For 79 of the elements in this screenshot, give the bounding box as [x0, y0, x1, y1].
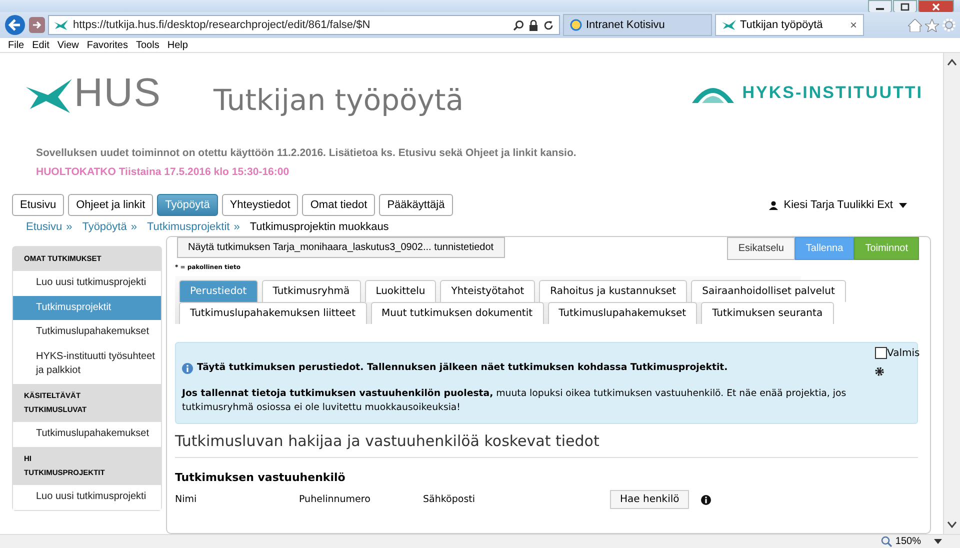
form-tab[interactable]: Tutkimuslupahakemuksen liitteet — [179, 302, 367, 324]
user-menu[interactable]: Kiesi Tarja Tuulikki Ext — [768, 199, 907, 211]
gear-icon[interactable] — [875, 367, 884, 376]
maximize-icon — [900, 2, 910, 10]
form-tab[interactable]: Luokittelu — [364, 280, 436, 302]
sidebar-item[interactable]: Tutkimuslupahakemukset — [13, 320, 161, 345]
breadcrumb-separator: » — [130, 221, 137, 233]
form-tab[interactable]: Tutkimuslupahakemukset — [548, 302, 698, 324]
bird-icon — [722, 20, 736, 30]
breadcrumb-link[interactable]: Etusivu — [26, 221, 62, 233]
zoom-level[interactable]: 150% — [895, 536, 921, 547]
zoom-icon — [881, 536, 892, 547]
sidebar-item[interactable]: Luo uusi tutkimusprojekti — [13, 485, 161, 510]
menu-item[interactable]: Favorites — [86, 40, 128, 50]
checkbox[interactable] — [875, 347, 887, 359]
app-title: Tutkijan työpöytä — [213, 83, 464, 117]
sidebar-item[interactable]: HYKS-instituutti työsuhteet ja palkkiot — [13, 344, 161, 384]
minimize-button[interactable] — [868, 0, 892, 13]
nav-tab[interactable]: Yhteystiedot — [222, 194, 298, 216]
field-label: Nimi — [175, 494, 198, 506]
identity-button[interactable]: Näytä tutkimuksen Tarja_monihaara_laskutus3_0902... tunnistetiedot — [177, 237, 505, 258]
browser-tab[interactable]: Tutkijan työpöytä × — [715, 14, 864, 36]
breadcrumb-separator: » — [234, 221, 240, 233]
bird-icon — [54, 20, 68, 30]
info-icon — [182, 362, 193, 374]
breadcrumb-link[interactable]: Työpöytä — [82, 221, 127, 233]
close-icon — [931, 2, 941, 10]
info-text: Jos tallennat tietoja tutkimuksen vastuuhenkilön puolesta, muuta lopuksi oikea tutkimuksen vastuuhenkilö. Et näe enää projektia, jos tutkimusryhmä osiossa ei ole luvitettu muokkausoikeuksia! — [182, 387, 848, 416]
notice-text: Sovelluksen uudet toiminnot on otettu käyttöön 11.2.2016. Lisätietoa ks. Etusivu sekä Ohjeet ja linkit kansio. — [36, 147, 578, 159]
notice-text: HUOLTOKATKO Tiistaina 17.5.2016 klo 15:30-16:00 — [36, 166, 290, 178]
form-tab[interactable]: Yhteistyötahot — [440, 280, 536, 302]
scroll-down-icon[interactable] — [947, 521, 957, 528]
lock-icon — [529, 20, 538, 30]
settings-icon[interactable] — [942, 18, 956, 32]
home-icon[interactable] — [908, 18, 922, 32]
info-icon — [701, 494, 712, 505]
maximize-button[interactable] — [893, 0, 917, 13]
menu-item[interactable]: File — [8, 40, 24, 50]
nav-tab[interactable]: Pääkäyttäjä — [379, 194, 453, 216]
caret-icon — [899, 202, 907, 208]
form-tab[interactable]: Rahoitus ja kustannukset — [539, 280, 688, 302]
browser-tab[interactable]: Intranet Kotisivu — [563, 14, 712, 36]
star-icon[interactable] — [925, 18, 939, 32]
nav-tab[interactable]: Omat tiedot — [302, 194, 376, 216]
form-tab[interactable]: Tutkimuksen seuranta — [701, 302, 834, 324]
sidebar-item[interactable]: Luo uusi tutkimusprojekti — [13, 271, 161, 296]
form-tab[interactable]: Sairaanhoidolliset palvelut — [691, 280, 846, 302]
address-bar[interactable]: https://tutkija.hus.fi/desktop/researchproject/edit/861/false/$N — [48, 15, 560, 35]
scrollbar[interactable] — [943, 53, 960, 534]
menu-item[interactable]: Edit — [32, 40, 50, 50]
logo-text: HUS — [74, 73, 162, 113]
nav-tab[interactable]: Etusivu — [12, 194, 64, 216]
partner-logo-text: HYKS-INSTITUUTTI — [742, 83, 923, 103]
breadcrumb-link[interactable]: Tutkimusprojektit — [146, 221, 230, 233]
caret-icon[interactable] — [934, 539, 942, 544]
form-tab[interactable]: Muut tutkimuksen dokumentit — [370, 302, 544, 324]
section-title: Tutkimusluvan hakijaa ja vastuuhenkilöä koskevat tiedot — [175, 432, 918, 458]
breadcrumb-current: Tutkimusprojektin muokkaus — [250, 221, 389, 233]
search-icon[interactable] — [513, 20, 524, 30]
menu-item[interactable]: View — [57, 40, 79, 50]
refresh-icon[interactable] — [543, 20, 554, 30]
sidebar-item[interactable]: Tutkimuslupahakemukset — [13, 422, 161, 447]
person-icon — [768, 200, 778, 210]
close-tab-button[interactable]: × — [850, 18, 857, 32]
nav-tab[interactable]: Ohjeet ja linkit — [68, 194, 154, 216]
info-text: Täytä tutkimuksen perustiedot. Tallennuksen jälkeen näet tutkimuksen kohdassa Tutkimusprojektit. — [197, 361, 728, 375]
form-tab[interactable]: Tutkimusryhmä — [262, 280, 361, 302]
menu-item[interactable]: Help — [167, 40, 188, 50]
breadcrumb-separator: » — [66, 221, 72, 233]
field-label: Sähköposti — [423, 494, 476, 506]
close-button[interactable] — [918, 0, 954, 13]
bird-logo-icon — [26, 79, 72, 113]
search-person-button[interactable]: Hae henkilö — [610, 490, 690, 510]
valmis-checkbox[interactable]: Valmis — [875, 347, 920, 359]
field-label: Puhelinnumero — [299, 494, 372, 506]
menu-item[interactable]: Tools — [136, 40, 160, 50]
scroll-up-icon[interactable] — [947, 59, 957, 66]
subsection-title: Tutkimuksen vastuuhenkilö — [175, 471, 346, 484]
action-button[interactable]: Esikatselu — [727, 237, 795, 260]
